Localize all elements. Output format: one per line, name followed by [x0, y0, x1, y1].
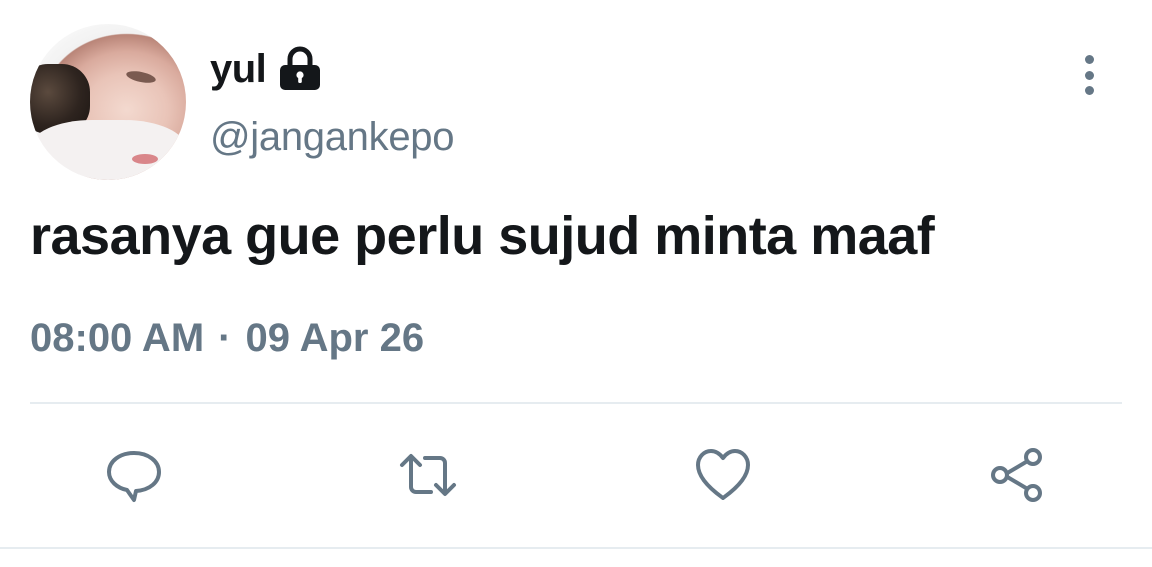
- display-name[interactable]: yul: [210, 47, 267, 92]
- tweet-text: rasanya gue perlu sujud minta maaf: [30, 206, 935, 266]
- heart-icon: [696, 449, 750, 500]
- like-button[interactable]: [693, 445, 753, 505]
- avatar-eye: [125, 68, 157, 86]
- vertical-dots-icon: [1084, 55, 1094, 64]
- tweet-date: 09 Apr 26: [245, 316, 425, 360]
- menu-dot: [1084, 86, 1094, 95]
- avatar-lips: [132, 154, 158, 164]
- lock-icon: [278, 46, 322, 92]
- share-button[interactable]: [987, 445, 1047, 505]
- retweet-button[interactable]: [398, 445, 458, 505]
- name-row: yul: [210, 42, 322, 96]
- user-handle[interactable]: @jangankepo: [210, 115, 454, 160]
- reply-button[interactable]: [104, 445, 164, 505]
- menu-dot: [1084, 70, 1094, 80]
- tweet-timestamp[interactable]: 08:00 AM · 09 Apr 26: [30, 316, 424, 361]
- tweet-time: 08:00 AM: [30, 316, 205, 360]
- divider: [30, 402, 1122, 404]
- speech-bubble-icon: [107, 451, 161, 502]
- avatar-shirt: [30, 120, 186, 180]
- avatar[interactable]: [30, 24, 186, 180]
- timestamp-separator: ·: [218, 316, 232, 360]
- more-options-button[interactable]: [1072, 55, 1106, 95]
- bottom-divider: [0, 547, 1152, 549]
- share-nodes-icon: [991, 448, 1042, 502]
- retweet-arrows-icon: [400, 454, 456, 496]
- tweet-card: yul @jangankepo rasanya gue perlu sujud …: [0, 0, 1152, 567]
